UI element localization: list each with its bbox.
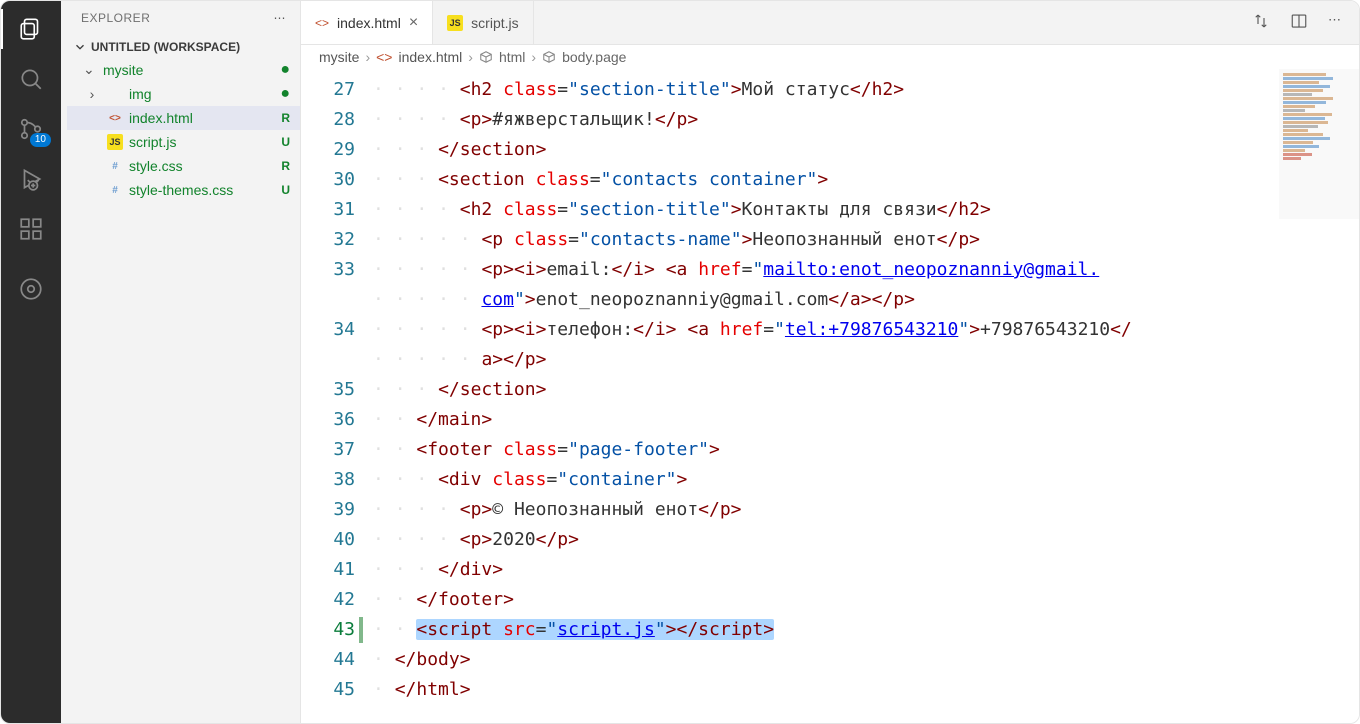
sidebar: EXPLORER ⋯ UNTITLED (WORKSPACE) ⌄mysite …: [61, 1, 301, 723]
file-item-script-js[interactable]: JSscript.jsU: [67, 130, 300, 154]
editor-area: <>index.html×JSscript.js ⋯ mysite › <> i…: [301, 1, 1359, 723]
tab-script-js[interactable]: JSscript.js: [433, 1, 533, 44]
file-tree: ⌄mysite ● ›img●<>index.htmlRJSscript.jsU…: [61, 57, 300, 202]
tab-bar: <>index.html×JSscript.js ⋯: [301, 1, 1359, 45]
more-icon[interactable]: ⋯: [274, 11, 287, 25]
cube-icon: [479, 50, 493, 64]
extensions-icon[interactable]: [17, 215, 45, 243]
cube-icon: [542, 50, 556, 64]
breadcrumb-folder[interactable]: mysite: [319, 49, 359, 65]
breadcrumb-el1[interactable]: html: [499, 49, 525, 65]
breadcrumb-file[interactable]: index.html: [398, 49, 462, 65]
close-tab-icon[interactable]: ×: [409, 14, 418, 32]
file-item-index-html[interactable]: <>index.htmlR: [67, 106, 300, 130]
file-item-style-themes-css[interactable]: #style-themes.cssU: [67, 178, 300, 202]
folder-root[interactable]: ⌄mysite ●: [67, 57, 300, 82]
tab-index-html[interactable]: <>index.html×: [301, 1, 433, 44]
search-icon[interactable]: [17, 65, 45, 93]
sidebar-header: EXPLORER ⋯: [61, 1, 300, 33]
file-item-style-css[interactable]: #style.cssR: [67, 154, 300, 178]
debug-icon[interactable]: [17, 165, 45, 193]
breadcrumb[interactable]: mysite › <> index.html › html › body.pag…: [301, 45, 1359, 69]
breadcrumb-el2[interactable]: body.page: [562, 49, 626, 65]
scm-badge: 10: [30, 133, 51, 147]
html-icon: <>: [376, 49, 392, 65]
minimap[interactable]: [1279, 69, 1359, 219]
activity-bar: 10: [1, 1, 61, 723]
editor-actions: ⋯: [1252, 12, 1359, 33]
code-editor[interactable]: 27282930313233 34 3536373839404142434445…: [301, 69, 1359, 723]
app-window: 10 EXPLORER ⋯ UNTITLED (WORKSPACE) ⌄mysi…: [0, 0, 1360, 724]
explorer-title: EXPLORER: [81, 11, 150, 25]
remote-icon[interactable]: [17, 275, 45, 303]
more-actions-icon[interactable]: ⋯: [1328, 12, 1341, 33]
compare-changes-icon[interactable]: [1252, 12, 1270, 33]
split-editor-icon[interactable]: [1290, 12, 1308, 33]
explorer-icon[interactable]: [17, 15, 45, 43]
file-item-img[interactable]: ›img●: [67, 82, 300, 106]
source-control-icon[interactable]: 10: [17, 115, 45, 143]
code-content[interactable]: · · · · <h2 class="section-title">Мой ст…: [373, 69, 1359, 723]
workspace-title[interactable]: UNTITLED (WORKSPACE): [61, 37, 300, 57]
line-gutter: 27282930313233 34 3536373839404142434445: [301, 69, 373, 723]
